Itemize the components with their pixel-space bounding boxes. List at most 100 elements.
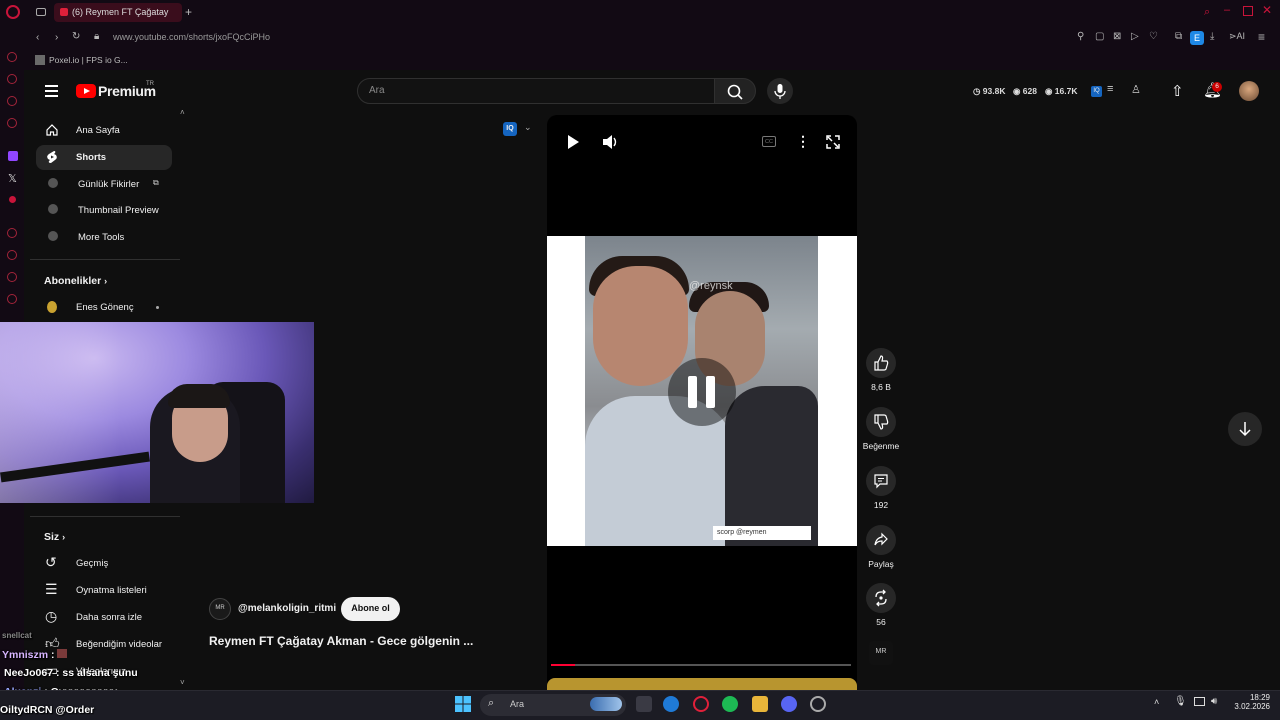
comments-button[interactable] — [866, 466, 896, 496]
home-icon — [46, 124, 58, 136]
progress-bar[interactable] — [551, 664, 851, 666]
search-button[interactable] — [714, 78, 756, 104]
pause-overlay[interactable] — [668, 358, 736, 426]
tray-volume-icon[interactable]: 🔊︎ — [1211, 696, 1217, 707]
avatar[interactable] — [1239, 81, 1259, 101]
like-button[interactable] — [866, 348, 896, 378]
next-short-button[interactable] — [1228, 412, 1262, 446]
sidebar-item-enes-gonenc[interactable]: Enes Gönenç — [36, 295, 172, 320]
file-explorer-icon[interactable] — [752, 696, 768, 712]
tray-mic-icon[interactable]: 🎙︎ — [1174, 696, 1187, 707]
sidebar-item-gunluk-fikirler[interactable]: Günlük Fikirler ⧉ — [36, 172, 172, 197]
clock-stat-icon: ◷ — [973, 86, 983, 96]
more-options-icon[interactable]: ⋮ — [796, 133, 810, 150]
sidebar-x-icon[interactable]: 𝕏 — [8, 172, 17, 185]
next-short-preview[interactable] — [547, 678, 857, 690]
voice-search-button[interactable] — [767, 78, 793, 104]
short-title[interactable]: Reymen FT Çağatay Akman - Gece gölgenin … — [209, 634, 473, 648]
share-button[interactable] — [866, 525, 896, 555]
sidebar-item-home[interactable]: Ana Sayfa — [36, 118, 172, 143]
like-count: 8,6 B — [871, 382, 891, 392]
play-icon[interactable] — [566, 134, 580, 150]
history-icon: ↺ — [45, 554, 57, 570]
fullscreen-icon[interactable] — [826, 135, 840, 149]
sidebar-item-thumbnail-preview[interactable]: Thumbnail Preview — [36, 198, 172, 223]
sidebar-settings-icon[interactable] — [7, 294, 17, 304]
sidebar-wallet-icon[interactable] — [7, 96, 17, 106]
snapshot-icon[interactable]: ▢ — [1095, 31, 1104, 42]
upload-icon[interactable]: ⇧ — [1171, 82, 1184, 100]
badge-extension-icon[interactable]: ♙ — [1131, 83, 1141, 96]
tray-display-icon[interactable] — [1194, 697, 1205, 706]
aria-ai-icon[interactable]: ⋗AI — [1229, 31, 1245, 42]
browser-tab-active[interactable]: (6) Reymen FT Çağatay — [54, 3, 182, 22]
spotify-icon[interactable] — [722, 696, 738, 712]
heart-icon[interactable]: ♡ — [1149, 31, 1158, 42]
list-extension-icon[interactable]: ≡ — [1107, 83, 1113, 95]
discord-icon[interactable] — [781, 696, 797, 712]
subscriptions-title[interactable]: Abonelikler › — [44, 275, 107, 287]
sidebar-record-icon[interactable] — [9, 196, 16, 203]
comment-icon — [874, 474, 888, 489]
search-tabs-icon[interactable]: ⌕ — [1204, 6, 1210, 19]
chevron-down-icon[interactable]: ⌄ — [524, 122, 532, 133]
sidebar-item-label: Geçmiş — [76, 558, 109, 569]
sidebar-item-more-tools[interactable]: More Tools — [36, 225, 172, 250]
thumbs-down-icon — [874, 414, 889, 430]
sidebar-bag-icon[interactable] — [7, 74, 17, 84]
task-view-icon[interactable] — [636, 696, 652, 712]
opera-logo-icon[interactable] — [6, 5, 20, 19]
sidebar-item-shorts[interactable]: Shorts — [36, 145, 172, 170]
remix-button[interactable] — [866, 583, 896, 613]
sidebar-item-playlists[interactable]: ☰ Oynatma listeleri — [36, 578, 172, 603]
new-tab-icon[interactable]: + — [185, 5, 192, 19]
player-icon[interactable]: ▷ — [1131, 31, 1139, 42]
edge-icon[interactable] — [663, 696, 679, 712]
sidebar-vpn-icon[interactable] — [7, 118, 17, 128]
sidebar-history-icon[interactable] — [7, 250, 17, 260]
taskbar-clock[interactable]: 18:29 3.02.2026 — [1222, 693, 1270, 711]
sidebar-scroll-down-icon[interactable]: ˅ — [180, 678, 185, 687]
tray-chevron-icon[interactable]: ˄ — [1154, 697, 1159, 707]
forward-icon[interactable]: › — [55, 32, 58, 43]
channel-name[interactable]: @melankoligin_ritmi — [238, 603, 336, 614]
pause-icon-bar — [706, 376, 715, 408]
iq-player-icon[interactable]: IQ — [503, 122, 517, 136]
share-icon — [874, 532, 888, 546]
bookmark-poxel[interactable]: Poxel.io | FPS io G... — [49, 55, 128, 65]
search-input[interactable]: Ara — [357, 78, 715, 104]
reload-icon[interactable]: ↻ — [72, 31, 80, 42]
volume-icon[interactable] — [602, 134, 620, 150]
sidebar-item-history[interactable]: ↺ Geçmiş — [36, 551, 172, 576]
windows-start-icon[interactable] — [455, 696, 471, 712]
block-icon[interactable]: ⊠ — [1113, 31, 1121, 42]
maximize-icon[interactable] — [1243, 6, 1253, 16]
captions-icon[interactable]: CC — [762, 136, 776, 147]
opera-gx-icon[interactable] — [693, 696, 709, 712]
minimize-icon[interactable]: – — [1224, 4, 1230, 16]
back-icon[interactable]: ‹ — [36, 32, 39, 43]
bookmark-icon[interactable]: ⚲ — [1077, 31, 1084, 42]
subscribe-button[interactable]: Abone ol — [341, 597, 400, 621]
menu-icon[interactable]: ≡ — [1258, 30, 1265, 44]
hamburger-menu-icon[interactable] — [45, 85, 58, 87]
sidebar-cube-icon[interactable] — [7, 272, 17, 282]
app-icon[interactable] — [810, 696, 826, 712]
eye-stat-icon: ◉ — [1013, 86, 1023, 96]
url-field[interactable]: www.youtube.com/shorts/jxoFQcCiPHo — [113, 32, 270, 42]
sidebar-scroll-up-icon[interactable]: ˄ — [180, 108, 185, 117]
extensions-icon[interactable]: ⧉ — [1175, 31, 1182, 42]
sidebar-clock-icon[interactable] — [7, 228, 17, 238]
dislike-button[interactable] — [866, 407, 896, 437]
close-window-icon[interactable]: ✕ — [1262, 3, 1272, 17]
you-section-title[interactable]: Siz › — [44, 531, 65, 543]
extension-e-icon[interactable]: E — [1190, 31, 1204, 45]
sidebar-twitch-icon[interactable] — [8, 151, 18, 161]
download-icon[interactable]: ⤓ — [1210, 31, 1214, 42]
sidebar-messenger-icon[interactable] — [7, 52, 17, 62]
iq-extension-icon[interactable]: IQ — [1091, 86, 1102, 97]
channel-avatar[interactable]: MR — [209, 598, 231, 620]
sidebar-item-watch-later[interactable]: ◷ Daha sonra izle — [36, 605, 172, 630]
tab-menu-icon[interactable] — [36, 8, 46, 16]
sound-thumbnail-icon[interactable]: MR — [869, 641, 893, 665]
